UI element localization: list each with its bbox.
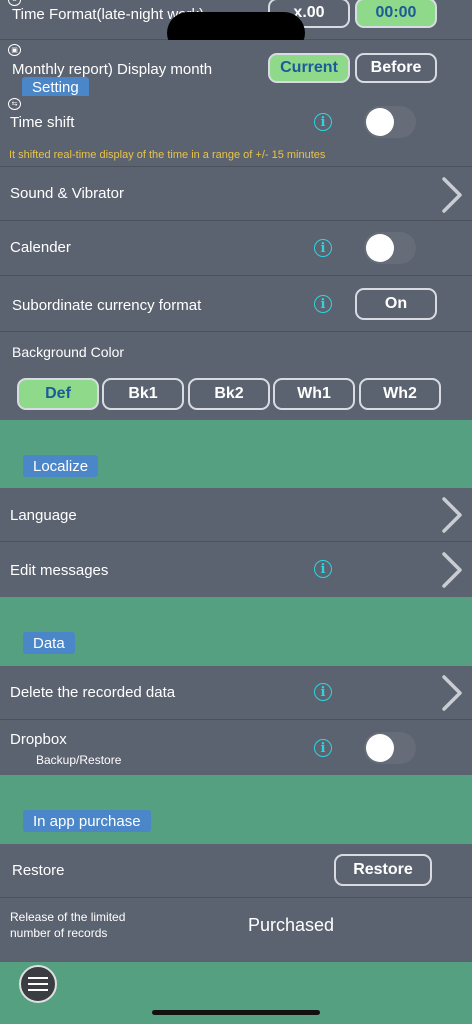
subordinate-row: Subordinate currency format i On (0, 276, 472, 332)
sound-label: Sound & Vibrator (10, 185, 124, 202)
subordinate-info-icon[interactable]: i (314, 295, 332, 313)
dropbox-label: Dropbox (10, 731, 67, 748)
time-format-0000-button[interactable]: 00:00 (355, 0, 437, 28)
localize-section-header: Localize (0, 420, 472, 488)
background-color-label: Background Color (12, 344, 125, 360)
purchase-section-header: In app purchase (0, 775, 472, 844)
release-limit-row: Release of the limited number of records… (0, 898, 472, 954)
localize-section-tag: Localize (23, 455, 99, 477)
monthly-report-label: Monthly report) Display month (12, 61, 213, 78)
language-row[interactable]: Language (0, 488, 472, 542)
monthly-report-row: ▣ Monthly report) Display month Current … (0, 40, 472, 98)
delete-data-info-icon[interactable]: i (314, 683, 332, 701)
setting-section-tag: Setting (22, 77, 89, 98)
background-color-row: Background Color Def Bk1 Bk2 Wh1 Wh2 (0, 332, 472, 420)
time-shift-info-icon[interactable]: i (314, 113, 332, 131)
calender-toggle[interactable] (364, 232, 416, 264)
bg-bk1-button[interactable]: Bk1 (102, 378, 184, 410)
monthly-before-button[interactable]: Before (355, 53, 437, 83)
edit-messages-info-icon[interactable]: i (314, 560, 332, 578)
monthly-current-button[interactable]: Current (268, 53, 350, 83)
data-section-header: Data (0, 597, 472, 666)
time-shift-toggle[interactable] (364, 106, 416, 138)
dropbox-sublabel: Backup/Restore (36, 753, 122, 767)
time-shift-label: Time shift (10, 114, 75, 131)
restore-row: Restore Restore (0, 844, 472, 898)
chevron-right-icon (442, 675, 462, 711)
dropbox-toggle[interactable] (364, 732, 416, 764)
report-icon: ▣ (8, 44, 21, 56)
shift-icon: ⇆ (8, 98, 21, 110)
delete-data-row[interactable]: Delete the recorded data i (0, 666, 472, 720)
delete-data-label: Delete the recorded data (10, 684, 176, 701)
chevron-right-icon (442, 177, 462, 213)
hamburger-menu-icon (28, 977, 48, 991)
edit-messages-row[interactable]: Edit messages i (0, 542, 472, 597)
release-status: Purchased (248, 915, 335, 935)
restore-label: Restore (12, 862, 65, 879)
calender-row: Calender i (0, 221, 472, 276)
toggle-knob (366, 734, 394, 762)
chevron-right-icon (442, 497, 462, 533)
language-label: Language (10, 507, 77, 524)
release-label-line1: Release of the limited (10, 910, 126, 924)
subordinate-label: Subordinate currency format (12, 297, 202, 314)
bg-wh2-button[interactable]: Wh2 (359, 378, 441, 410)
edit-messages-label: Edit messages (10, 562, 109, 579)
calender-info-icon[interactable]: i (314, 239, 332, 257)
release-label-line2: number of records (10, 926, 108, 940)
bg-bk2-button[interactable]: Bk2 (188, 378, 270, 410)
subordinate-on-button[interactable]: On (355, 288, 437, 320)
data-section-tag: Data (23, 632, 75, 654)
chevron-right-icon (442, 552, 462, 588)
home-indicator (152, 1010, 320, 1015)
menu-button[interactable] (19, 965, 57, 1003)
dropbox-row: Dropbox Backup/Restore i (0, 720, 472, 775)
toggle-knob (366, 234, 394, 262)
purchase-section-tag: In app purchase (23, 810, 151, 832)
dropbox-info-icon[interactable]: i (314, 739, 332, 757)
restore-button[interactable]: Restore (334, 854, 432, 886)
bg-def-button[interactable]: Def (17, 378, 99, 410)
time-shift-hint: It shifted real-time display of the time… (9, 149, 326, 161)
time-shift-row: ⇆ Time shift i It shifted real-time disp… (0, 96, 472, 167)
sound-row[interactable]: Sound & Vibrator (0, 167, 472, 221)
bg-wh1-button[interactable]: Wh1 (273, 378, 355, 410)
calender-label: Calender (10, 239, 71, 256)
toggle-knob (366, 108, 394, 136)
